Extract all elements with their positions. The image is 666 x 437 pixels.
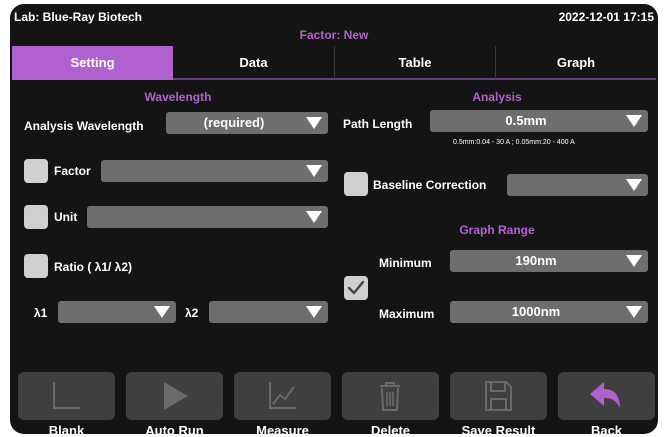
lambda1-select[interactable]	[58, 301, 176, 323]
graph-max-label: Maximum	[379, 307, 435, 321]
unit-select[interactable]	[87, 206, 328, 228]
ratio-checkbox[interactable]	[24, 254, 48, 278]
tab-table[interactable]: Table	[334, 46, 495, 80]
wavelength-section-title: Wavelength	[144, 90, 212, 104]
datetime: 2022-12-01 17:15	[558, 10, 654, 24]
factor-label: Factor	[54, 164, 91, 178]
blank-button[interactable]	[18, 372, 115, 420]
trash-icon	[380, 382, 400, 411]
unit-checkbox[interactable]	[24, 205, 48, 229]
graph-max-value: 1000nm	[511, 304, 561, 319]
chevron-down-icon	[626, 306, 642, 318]
analysis-wavelength-value: (required)	[203, 115, 265, 130]
lambda2-select[interactable]	[209, 301, 328, 323]
baseline-correction-checkbox[interactable]	[344, 172, 368, 196]
tab-data[interactable]: Data	[173, 46, 334, 80]
back-arrow-icon	[590, 382, 620, 408]
chevron-down-icon	[306, 211, 322, 223]
measure-button[interactable]	[234, 372, 331, 420]
chevron-down-icon	[306, 117, 322, 129]
graph-range-section-title: Graph Range	[459, 223, 535, 237]
graph-min-select[interactable]: 190nm	[450, 250, 648, 272]
chevron-down-icon	[626, 179, 642, 191]
delete-label: Delete	[370, 423, 411, 434]
tab-graph[interactable]: Graph	[495, 46, 656, 80]
path-length-select[interactable]: 0.5mm	[430, 110, 648, 132]
back-label: Back	[590, 423, 623, 434]
factor-checkbox[interactable]	[24, 159, 48, 183]
analysis-section-title: Analysis	[472, 90, 522, 104]
back-button[interactable]	[558, 372, 655, 420]
path-length-note: 0.5mm:0.04 - 30 A ; 0.05mm:20 - 400 A	[453, 139, 575, 146]
lab-name: Lab: Blue-Ray Biotech	[14, 10, 143, 24]
delete-button[interactable]	[342, 372, 439, 420]
tab-setting[interactable]: Setting	[12, 46, 173, 80]
graph-max-select[interactable]: 1000nm	[450, 301, 648, 323]
auto-run-label: Auto Run	[145, 423, 204, 434]
blank-label: Blank	[48, 423, 85, 434]
factor-select[interactable]	[101, 160, 328, 182]
factor-title: Factor: New	[299, 28, 369, 42]
ratio-label: Ratio ( λ1/ λ2)	[54, 260, 133, 274]
save-icon	[485, 381, 512, 411]
analysis-wavelength-select[interactable]: (required)	[166, 112, 328, 134]
graph-min-label: Minimum	[379, 256, 432, 270]
chevron-down-icon	[626, 115, 642, 127]
blank-axis-icon	[53, 382, 80, 409]
tab-bar: Setting Data Table Graph	[12, 46, 656, 80]
chevron-down-icon	[626, 255, 642, 267]
path-length-label: Path Length	[343, 117, 413, 131]
unit-label: Unit	[54, 210, 78, 224]
lambda1-label: λ1	[34, 306, 48, 320]
baseline-correction-select[interactable]	[507, 174, 648, 196]
checkmark-icon	[347, 280, 365, 295]
lambda2-label: λ2	[185, 306, 199, 320]
graph-range-checkbox[interactable]	[344, 276, 368, 300]
save-result-button[interactable]	[450, 372, 547, 420]
line-chart-icon	[269, 382, 296, 409]
device-screen: Lab: Blue-Ray Biotech 2022-12-01 17:15 F…	[10, 4, 658, 434]
path-length-value: 0.5mm	[505, 113, 547, 128]
chevron-down-icon	[306, 165, 322, 177]
analysis-wavelength-label: Analysis Wavelength	[24, 119, 144, 133]
baseline-correction-label: Baseline Correction	[373, 178, 487, 192]
auto-run-button[interactable]	[126, 372, 223, 420]
play-icon	[164, 382, 188, 410]
bottom-toolbar: Blank Auto Run Measure Delete Save Resul…	[10, 372, 658, 434]
chevron-down-icon	[154, 306, 170, 318]
save-result-label: Save Result	[461, 423, 536, 434]
chevron-down-icon	[306, 306, 322, 318]
measure-label: Measure	[256, 423, 309, 434]
graph-min-value: 190nm	[515, 253, 557, 268]
